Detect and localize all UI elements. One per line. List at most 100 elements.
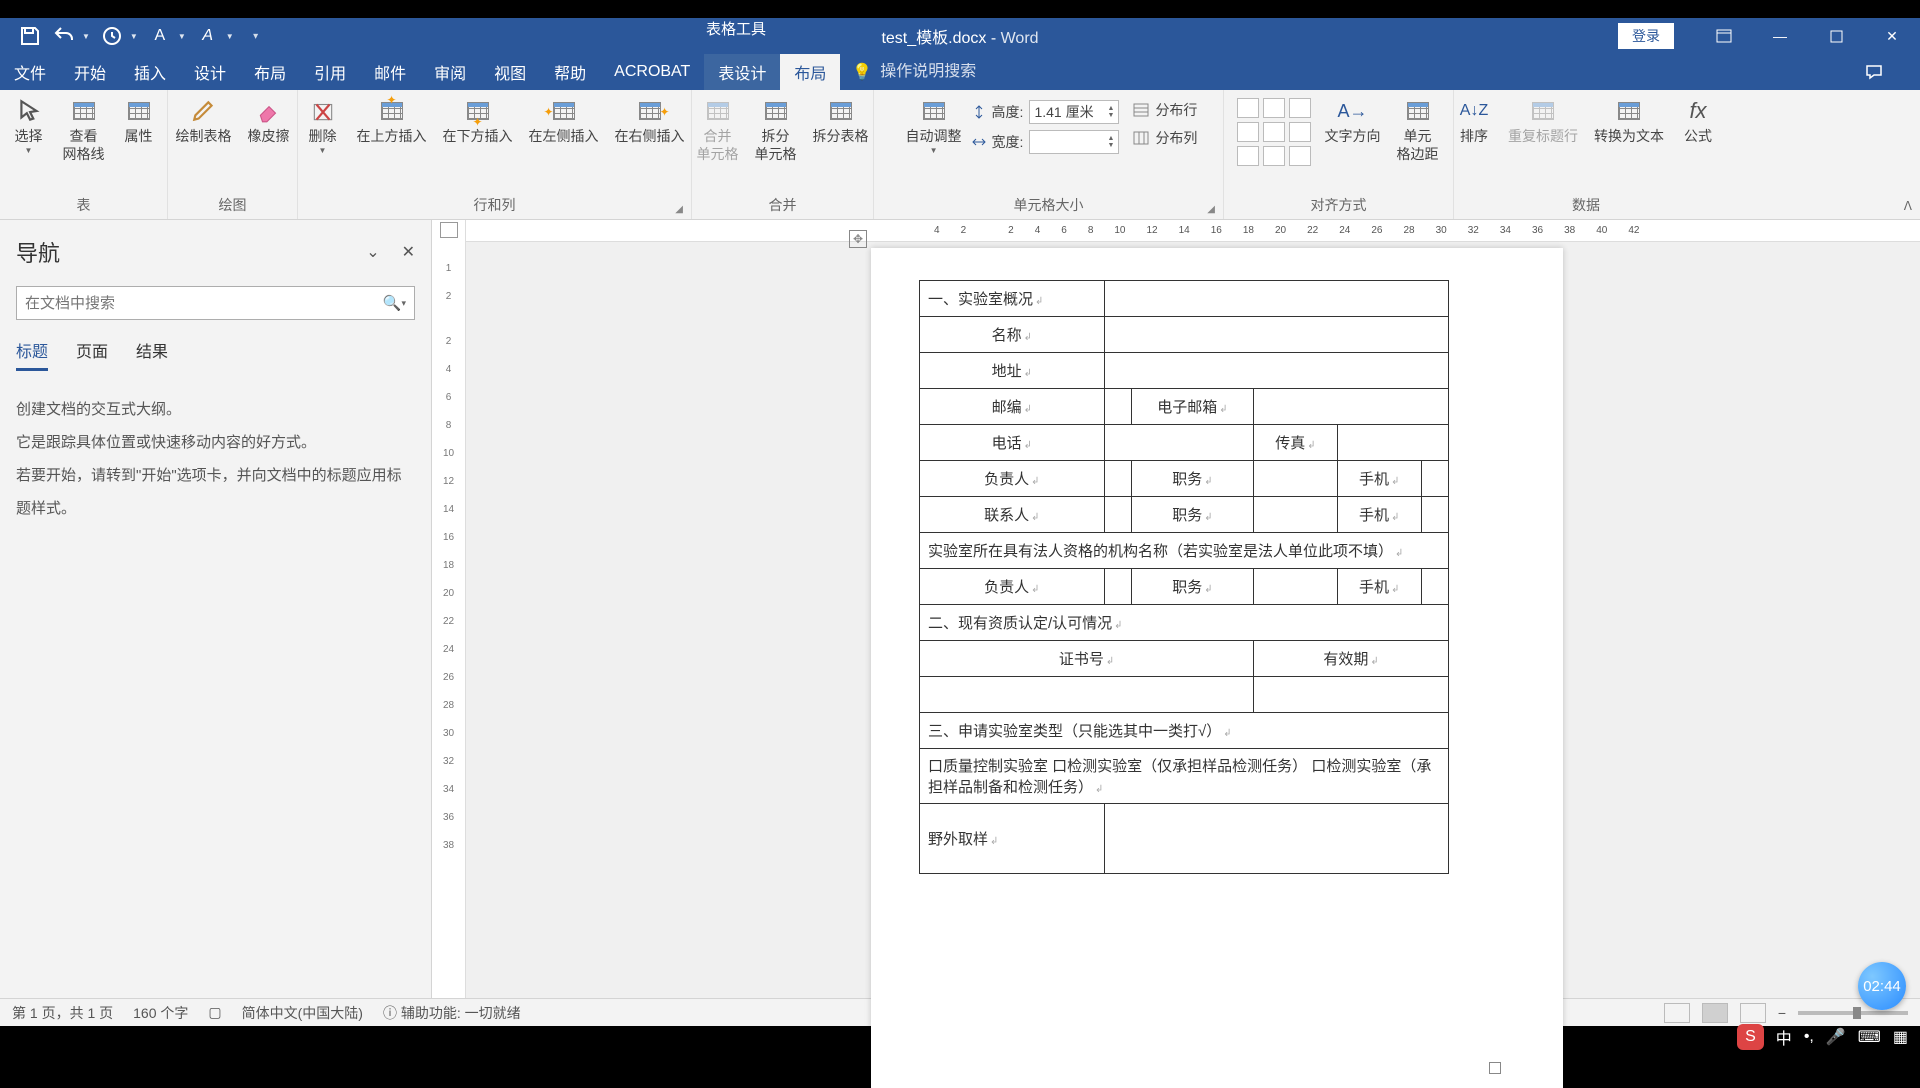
width-input[interactable]: ▲▼ (1029, 130, 1119, 154)
undo-menu-icon[interactable]: ▼ (82, 32, 90, 41)
align-tr[interactable] (1289, 98, 1311, 118)
ribbon-tabs: 文件 开始 插入 设计 布局 引用 邮件 审阅 视图 帮助 ACROBAT 表设… (0, 54, 1920, 90)
height-input[interactable]: 1.41 厘米▲▼ (1029, 100, 1119, 124)
nav-search-box[interactable]: 🔍▾ (16, 286, 415, 320)
status-page[interactable]: 第 1 页，共 1 页 (12, 1003, 113, 1023)
view-read-mode[interactable] (1664, 1003, 1690, 1023)
tab-insert[interactable]: 插入 (120, 54, 180, 90)
distribute-rows-button[interactable]: 分布行 (1133, 100, 1197, 120)
tab-mailings[interactable]: 邮件 (360, 54, 420, 90)
minimize-button[interactable]: — (1752, 18, 1808, 54)
qat-a1-icon[interactable]: A (148, 24, 172, 48)
nav-dropdown-icon[interactable]: ⌄ (366, 242, 379, 262)
tab-table-layout[interactable]: 布局 (780, 54, 840, 90)
tray-mic-icon[interactable]: 🎤 (1826, 1027, 1846, 1047)
size-launcher-icon[interactable]: ◢ (1207, 204, 1215, 215)
align-ml[interactable] (1237, 122, 1259, 142)
zoom-out-button[interactable]: − (1778, 1005, 1786, 1021)
tray-keyboard-icon[interactable]: ⌨ (1858, 1027, 1881, 1047)
ribbon-display-icon[interactable] (1696, 18, 1752, 54)
tab-help[interactable]: 帮助 (540, 54, 600, 90)
properties-button[interactable]: 属性 (115, 94, 163, 150)
delete-button[interactable]: 删除▼ (299, 94, 347, 159)
split-cells-button[interactable]: 拆分 单元格 (749, 94, 803, 167)
tab-layout[interactable]: 布局 (240, 54, 300, 90)
qat-a1-menu[interactable]: ▼ (178, 32, 186, 41)
document-page[interactable]: ✥ 一、实验室概况 名称 地址 邮编电子邮箱 电话传真 负责人职务手机 联系人职… (871, 248, 1563, 1088)
table-move-handle[interactable]: ✥ (849, 230, 867, 248)
cell-margins-button[interactable]: 单元 格边距 (1391, 94, 1445, 167)
redo-icon[interactable] (100, 24, 124, 48)
nav-tab-headings[interactable]: 标题 (16, 338, 48, 371)
align-bl[interactable] (1237, 146, 1259, 166)
insert-right-button[interactable]: ✦在右侧插入 (609, 94, 691, 150)
tab-home[interactable]: 开始 (60, 54, 120, 90)
insert-left-button[interactable]: ✦在左侧插入 (523, 94, 605, 150)
tray-grid-icon[interactable]: ▦ (1893, 1027, 1908, 1047)
ime-lang[interactable]: 中 (1776, 1025, 1792, 1049)
tab-selector[interactable] (440, 222, 458, 238)
rowcol-launcher-icon[interactable]: ◢ (675, 204, 683, 215)
tab-file[interactable]: 文件 (0, 54, 60, 90)
cell-cert-label: 证书号 (920, 641, 1254, 677)
formula-button[interactable]: fx公式 (1674, 94, 1722, 150)
qat-customize-icon[interactable]: ▾ (244, 24, 268, 48)
align-tl[interactable] (1237, 98, 1259, 118)
form-table[interactable]: 一、实验室概况 名称 地址 邮编电子邮箱 电话传真 负责人职务手机 联系人职务手… (919, 280, 1449, 874)
view-gridlines-button[interactable]: 查看 网格线 (57, 94, 111, 167)
distribute-cols-button[interactable]: 分布列 (1133, 128, 1197, 148)
tab-view[interactable]: 视图 (480, 54, 540, 90)
sort-button[interactable]: A↓Z排序 (1450, 94, 1498, 150)
doc-name: test_模板.docx (881, 30, 986, 47)
nav-search-input[interactable] (25, 295, 383, 312)
save-icon[interactable] (18, 24, 42, 48)
search-icon[interactable]: 🔍 (383, 294, 402, 312)
nav-tab-pages[interactable]: 页面 (76, 338, 108, 371)
vertical-ruler[interactable]: 122468101214161820222426283032343638 (432, 220, 466, 998)
cell-valid-label: 有效期 (1254, 641, 1449, 677)
qat-a2-menu[interactable]: ▼ (226, 32, 234, 41)
login-button[interactable]: 登录 (1618, 23, 1674, 49)
view-print-layout[interactable] (1702, 1003, 1728, 1023)
insert-above-button[interactable]: ✦在上方插入 (351, 94, 433, 150)
eraser-button[interactable]: 橡皮擦 (242, 94, 296, 150)
lightbulb-icon: 💡 (852, 62, 872, 82)
ime-indicator[interactable]: S (1737, 1024, 1764, 1050)
tab-design[interactable]: 设计 (180, 54, 240, 90)
align-mr[interactable] (1289, 122, 1311, 142)
select-button[interactable]: 选择▼ (5, 94, 53, 159)
insert-below-button[interactable]: ✦在下方插入 (437, 94, 519, 150)
redo-menu-icon[interactable]: ▼ (130, 32, 138, 41)
qat-a2-icon[interactable]: A (196, 24, 220, 48)
horizontal-ruler[interactable]: 4224681012141618202224262830323436384042 (466, 220, 1920, 242)
align-br[interactable] (1289, 146, 1311, 166)
collapse-ribbon-icon[interactable]: ᐱ (1904, 199, 1912, 213)
split-table-button[interactable]: 拆分表格 (807, 94, 875, 150)
tab-table-design[interactable]: 表设计 (704, 54, 780, 90)
autofit-button[interactable]: 自动调整▼ (900, 94, 968, 159)
undo-icon[interactable] (52, 24, 76, 48)
draw-table-button[interactable]: 绘制表格 (170, 94, 238, 150)
tab-references[interactable]: 引用 (300, 54, 360, 90)
tell-me-input[interactable] (880, 63, 1040, 81)
nav-tab-results[interactable]: 结果 (136, 338, 168, 371)
status-language[interactable]: 简体中文(中国大陆) (242, 1003, 363, 1023)
status-words[interactable]: 160 个字 (133, 1003, 188, 1023)
group-draw-label: 绘图 (174, 195, 291, 219)
nav-close-icon[interactable]: ✕ (402, 242, 415, 262)
spellcheck-icon[interactable]: ▢ (208, 1004, 221, 1021)
height-icon (972, 105, 986, 119)
align-bc[interactable] (1263, 146, 1285, 166)
text-direction-button[interactable]: A→文字方向 (1319, 94, 1387, 150)
tab-review[interactable]: 审阅 (420, 54, 480, 90)
convert-to-text-button[interactable]: 转换为文本 (1588, 94, 1670, 150)
align-tc[interactable] (1263, 98, 1285, 118)
tab-acrobat[interactable]: ACROBAT (600, 54, 704, 90)
align-mc[interactable] (1263, 122, 1285, 142)
status-accessibility[interactable]: ⓘ 辅助功能: 一切就绪 (383, 1003, 521, 1023)
zoom-slider[interactable] (1798, 1011, 1908, 1015)
view-web-layout[interactable] (1740, 1003, 1766, 1023)
table-resize-handle[interactable] (1489, 1062, 1501, 1074)
clock-bubble[interactable]: 02:44 (1858, 962, 1906, 1010)
tray-icon-1[interactable]: •, (1804, 1028, 1814, 1046)
